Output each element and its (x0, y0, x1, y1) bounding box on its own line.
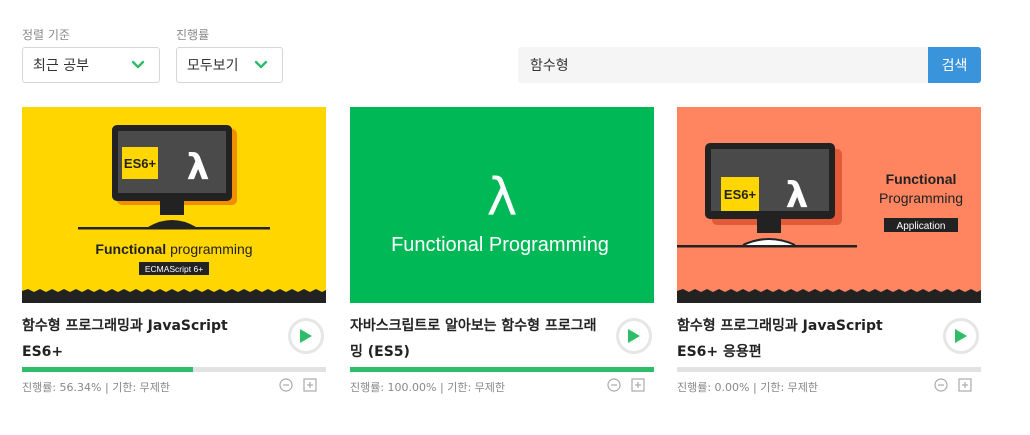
chevron-down-icon (131, 60, 145, 69)
progress-bar (350, 367, 654, 372)
minus-circle-icon[interactable] (934, 378, 948, 392)
progress-bar (677, 367, 981, 372)
play-button[interactable] (288, 318, 324, 354)
course-meta: 진행률: 100.00% | 기한: 무제한 (350, 381, 506, 394)
sort-select-value: 최근 공부 (33, 58, 89, 74)
play-icon (300, 329, 312, 343)
minus-circle-icon[interactable] (279, 378, 293, 392)
thumb-headline: Functional Programming (391, 234, 609, 256)
minus-circle-icon[interactable] (607, 378, 621, 392)
thumb-headline-rest: programming (166, 241, 252, 257)
progress-bar (22, 367, 326, 372)
thumb-line2: Programming (879, 190, 963, 206)
thumb-tag: ECMAScript 6+ (145, 264, 203, 274)
progress-fill (350, 367, 654, 372)
play-icon (628, 329, 640, 343)
play-button[interactable] (943, 318, 979, 354)
thumb-line1: Functional (886, 171, 957, 187)
course-thumbnail-art: ES6+ λ Functional Programming Applicatio… (677, 107, 981, 303)
course-thumbnail-art: λ Functional Programming (350, 107, 654, 303)
course-thumbnail[interactable]: ES6+ λ Functional programming ECMAScript… (22, 107, 326, 303)
lambda-glyph: λ (187, 147, 210, 188)
search-input[interactable] (518, 47, 928, 83)
course-title[interactable]: 자바스크립트로 알아보는 함수형 프로그래밍 (ES5) (350, 313, 600, 365)
search-button[interactable]: 검색 (928, 47, 981, 83)
course-thumbnail[interactable]: ES6+ λ Functional Programming Applicatio… (677, 107, 981, 303)
course-card[interactable]: ES6+ λ Functional Programming Applicatio… (677, 107, 981, 394)
progress-filter-value: 모두보기 (187, 58, 239, 74)
chevron-down-icon (254, 60, 268, 69)
lambda-glyph: λ (786, 175, 809, 216)
plus-square-icon[interactable] (303, 378, 317, 392)
thumb-badge: ES6+ (724, 187, 757, 202)
course-title[interactable]: 함수형 프로그래밍과 JavaScript ES6+ 응용편 (677, 313, 927, 365)
thumb-tag: Application (897, 221, 946, 232)
plus-square-icon[interactable] (631, 378, 645, 392)
svg-text:Functional programming: Functional programming (95, 241, 252, 257)
thumb-headline-bold: Functional (95, 241, 166, 257)
sort-select[interactable]: 최근 공부 (22, 47, 160, 83)
play-icon (955, 329, 967, 343)
progress-filter-label: 진행률 (176, 28, 210, 42)
course-meta: 진행률: 0.00% | 기한: 무제한 (677, 381, 819, 394)
progress-filter-select[interactable]: 모두보기 (176, 47, 283, 83)
play-button[interactable] (616, 318, 652, 354)
course-card[interactable]: ES6+ λ Functional programming ECMAScript… (22, 107, 326, 394)
sort-label: 정렬 기준 (22, 28, 70, 42)
course-title[interactable]: 함수형 프로그래밍과 JavaScript ES6+ (22, 313, 272, 365)
course-card[interactable]: λ Functional Programming 자바스크립트로 알아보는 함수… (350, 107, 654, 394)
progress-fill (22, 367, 194, 372)
thumb-badge: ES6+ (124, 156, 157, 171)
course-thumbnail-art: ES6+ λ Functional programming ECMAScript… (22, 107, 326, 303)
lambda-glyph: λ (487, 168, 518, 228)
course-thumbnail[interactable]: λ Functional Programming (350, 107, 654, 303)
plus-square-icon[interactable] (958, 378, 972, 392)
course-meta: 진행률: 56.34% | 기한: 무제한 (22, 381, 171, 394)
